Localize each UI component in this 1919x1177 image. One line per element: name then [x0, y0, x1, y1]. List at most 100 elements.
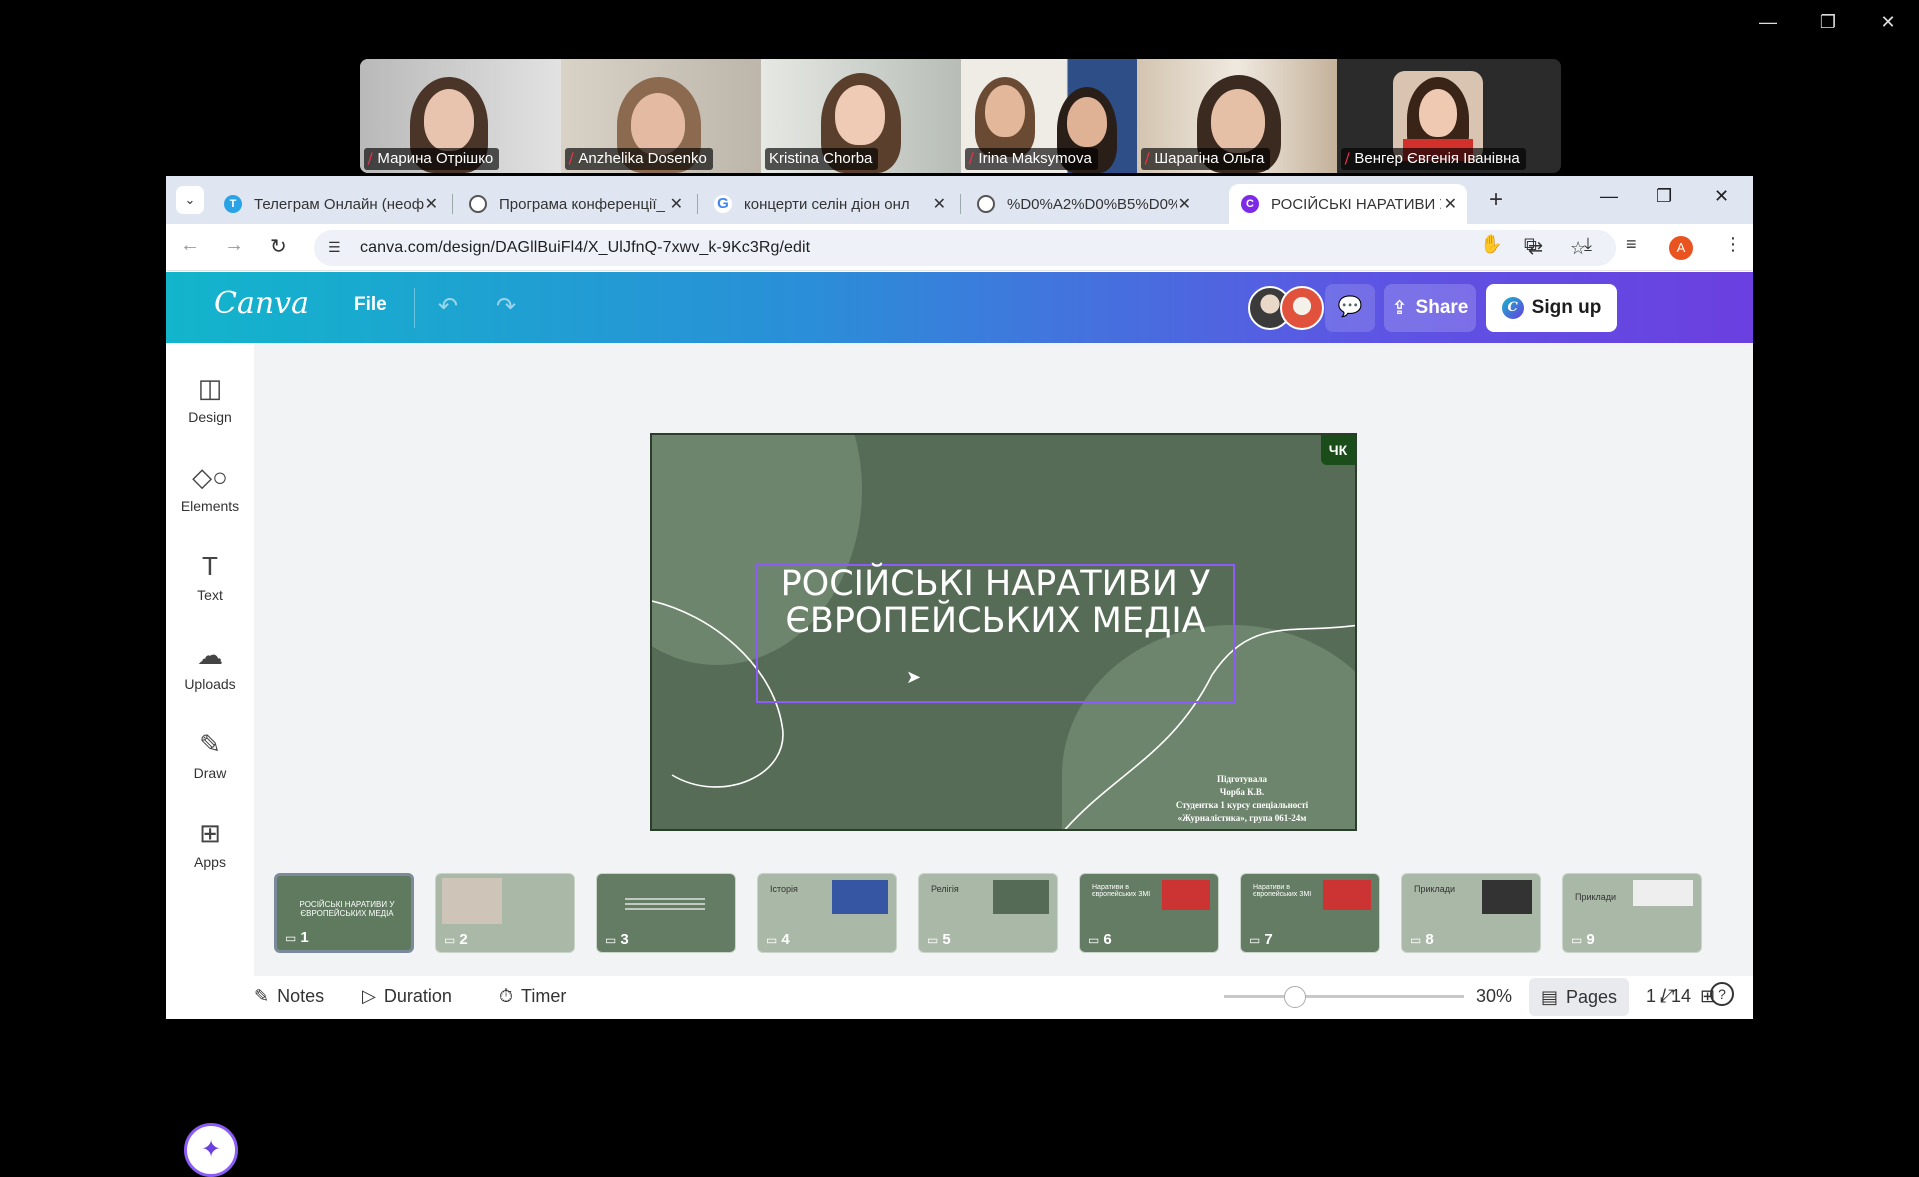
participant-tile[interactable]: ⧸ Irina Maksymova: [961, 59, 1137, 173]
page-thumbnail[interactable]: РОСІЙСЬКІ НАРАТИВИ У ЄВРОПЕЙСЬКИХ МЕДІА …: [274, 873, 414, 953]
tab-canva-active[interactable]: C РОСІЙСЬКІ НАРАТИВИ У ✕: [1229, 184, 1467, 224]
close-icon[interactable]: ✕: [1714, 186, 1729, 207]
sidebar-item-draw[interactable]: ✎ Draw: [166, 729, 254, 781]
meeting-window-controls: — ❐ ✕: [1757, 12, 1899, 33]
file-menu-button[interactable]: File: [354, 294, 387, 316]
design-icon: ◫: [197, 373, 223, 403]
minimize-icon[interactable]: —: [1600, 186, 1618, 207]
page-thumbnail[interactable]: ▭ 3: [596, 873, 736, 953]
page-thumbnails: РОСІЙСЬКІ НАРАТИВИ У ЄВРОПЕЙСЬКИХ МЕДІА …: [274, 873, 1702, 953]
sidebar-item-elements[interactable]: ◇○ Elements: [166, 462, 254, 514]
restore-icon[interactable]: ❐: [1817, 12, 1839, 33]
media-control-icon[interactable]: ≡: [1626, 234, 1637, 255]
close-icon[interactable]: ✕: [1877, 12, 1899, 33]
download-icon[interactable]: ⤓: [1584, 234, 1592, 255]
tab-conference[interactable]: Програма конференції_ ✕: [457, 184, 693, 224]
participant-strip: ⧸ Марина Отрішко ⧸ Anzhelika Dosenko Krist…: [360, 59, 1561, 173]
fullscreen-icon[interactable]: ⤢: [1660, 986, 1674, 1007]
profile-avatar[interactable]: A: [1669, 236, 1693, 260]
canva-icon: C: [1241, 195, 1259, 213]
close-tab-icon[interactable]: ✕: [933, 194, 946, 214]
page-thumbnail[interactable]: Наративи в європейських ЗМІ ▭ 6: [1079, 873, 1219, 953]
extensions-icon[interactable]: ⧉: [1524, 234, 1537, 255]
pages-button[interactable]: ▤ Pages: [1529, 978, 1629, 1016]
participant-tile-active[interactable]: Kristina Chorba: [761, 59, 961, 173]
canva-header: Canva File ↶ ↷ 💬 ⇪ Share C Sign up: [166, 272, 1753, 343]
page-thumbnail[interactable]: Приклади ▭ 8: [1401, 873, 1541, 953]
slide-credits[interactable]: Підготувала Чорба К.В. Студентка 1 курсу…: [1152, 773, 1332, 825]
elements-icon: ◇○: [192, 462, 228, 492]
close-tab-icon[interactable]: ✕: [670, 194, 683, 214]
notes-button[interactable]: ✎ Notes: [254, 986, 324, 1007]
menu-icon[interactable]: ⋮: [1724, 234, 1742, 255]
participant-label: Kristina Chorba: [765, 148, 879, 170]
help-icon[interactable]: ?: [1710, 982, 1734, 1006]
close-tab-icon[interactable]: ✕: [425, 194, 438, 214]
timer-button[interactable]: ⏱ Timer: [499, 986, 566, 1007]
mic-muted-icon: ⧸: [1145, 150, 1150, 166]
participant-label: ⧸ Шарагіна Ольга: [1141, 148, 1271, 170]
page-thumbnail[interactable]: ▭ 2: [435, 873, 575, 953]
participant-tile[interactable]: ⧸ Марина Отрішко: [360, 59, 561, 173]
comment-button[interactable]: 💬: [1325, 284, 1375, 332]
page-thumbnail[interactable]: Наративи в європейських ЗМІ ▭ 7: [1240, 873, 1380, 953]
zoom-slider[interactable]: [1224, 986, 1464, 1008]
mic-muted-icon: ⧸: [569, 150, 574, 166]
mic-muted-icon: ⧸: [969, 150, 974, 166]
globe-icon: [469, 195, 487, 213]
slide-canvas[interactable]: ЧК РОСІЙСЬКІ НАРАТИВИ У ЄВРОПЕЙСЬКИХ МЕД…: [650, 433, 1357, 831]
page-thumbnail[interactable]: Приклади ▭ 9: [1562, 873, 1702, 953]
pages-icon: ▤: [1540, 986, 1558, 1007]
canva-logo[interactable]: Canva: [214, 286, 309, 321]
tab-encoded-url[interactable]: %D0%A2%D0%B5%D0% ✕: [965, 184, 1201, 224]
participant-tile[interactable]: ⧸ Венгер Євгенія Іванівна: [1337, 59, 1561, 173]
present-icon: ▭: [766, 932, 778, 947]
text-icon: T: [202, 551, 218, 581]
present-icon: ▭: [1088, 932, 1100, 947]
sign-up-button[interactable]: C Sign up: [1486, 284, 1617, 332]
magic-assistant-button[interactable]: ✦: [184, 1123, 238, 1177]
maximize-icon[interactable]: ❐: [1656, 186, 1672, 207]
upload-share-icon: ⇪: [1391, 297, 1408, 319]
share-button[interactable]: ⇪ Share: [1384, 284, 1476, 332]
mic-muted-icon: ⧸: [368, 150, 373, 166]
new-tab-button[interactable]: +: [1489, 186, 1503, 214]
undo-icon[interactable]: ↶: [438, 292, 458, 321]
back-icon[interactable]: ←: [180, 234, 200, 257]
site-info-icon[interactable]: ☰: [328, 239, 341, 256]
adblock-icon[interactable]: ✋: [1480, 234, 1502, 255]
canva-badge-icon: C: [1501, 297, 1524, 319]
tab-google-search[interactable]: G концерти селін діон онл ✕: [702, 184, 956, 224]
sidebar-item-design[interactable]: ◫ Design: [166, 373, 254, 425]
browser-window: ⌄ T Телеграм Онлайн (неоф ✕ Програма кон…: [166, 176, 1753, 1177]
zoom-slider-handle[interactable]: [1284, 986, 1306, 1008]
sidebar-item-text[interactable]: T Text: [166, 551, 254, 603]
page-thumbnail[interactable]: Релігія ▭ 5: [918, 873, 1058, 953]
sidebar-item-apps[interactable]: ⊞ Apps: [166, 818, 254, 870]
sparkle-icon: ✦: [200, 1136, 222, 1163]
reload-icon[interactable]: ↻: [270, 234, 287, 259]
address-bar[interactable]: ☰ canva.com/design/DAGllBuiFl4/X_UlJfnQ-…: [314, 230, 1616, 266]
draw-icon: ✎: [199, 729, 221, 759]
tab-telegram[interactable]: T Телеграм Онлайн (неоф ✕: [212, 184, 448, 224]
page-thumbnail[interactable]: Історія ▭ 4: [757, 873, 897, 953]
forward-icon[interactable]: →: [224, 234, 244, 257]
participant-tile[interactable]: ⧸ Шарагіна Ольга: [1137, 59, 1337, 173]
google-icon: G: [714, 195, 732, 213]
tab-bar: ⌄ T Телеграм Онлайн (неоф ✕ Програма кон…: [166, 176, 1753, 224]
collaborator-avatar[interactable]: [1280, 286, 1324, 330]
tab-search-button[interactable]: ⌄: [176, 186, 204, 214]
present-icon: ▭: [1571, 932, 1583, 947]
slide-title[interactable]: РОСІЙСЬКІ НАРАТИВИ У ЄВРОПЕЙСЬКИХ МЕДІА: [756, 566, 1235, 640]
comment-icon: 💬: [1337, 296, 1363, 318]
duration-button[interactable]: ▷ Duration: [362, 986, 452, 1007]
close-tab-icon[interactable]: ✕: [1178, 194, 1191, 214]
close-tab-icon[interactable]: ✕: [1444, 194, 1457, 214]
participant-tile[interactable]: ⧸ Anzhelika Dosenko: [561, 59, 761, 173]
timer-icon: ⏱: [499, 986, 514, 1006]
redo-icon[interactable]: ↷: [496, 292, 516, 321]
sidebar-item-uploads[interactable]: ☁ Uploads: [166, 640, 254, 692]
present-icon: ▭: [1249, 932, 1261, 947]
zoom-level[interactable]: 30%: [1476, 986, 1512, 1007]
minimize-icon[interactable]: —: [1757, 12, 1779, 33]
